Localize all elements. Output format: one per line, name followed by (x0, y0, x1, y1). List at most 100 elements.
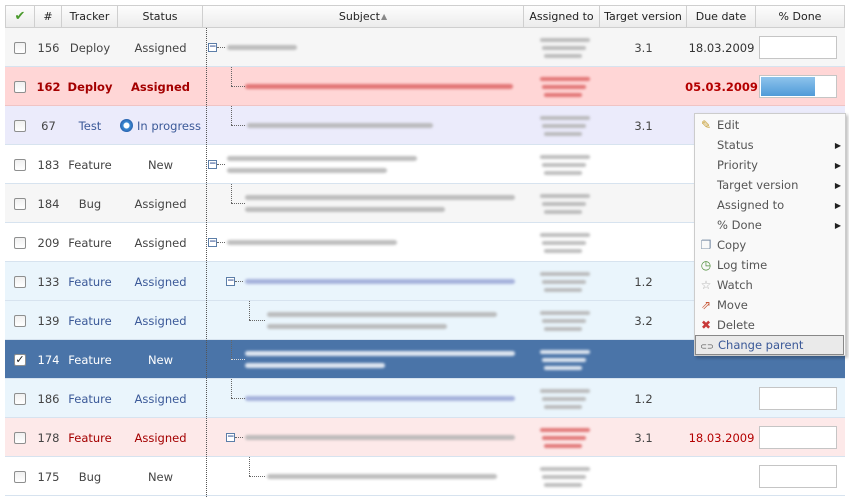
issue-target-version (600, 145, 687, 184)
issue-subject[interactable]: − (203, 223, 524, 262)
row-checkbox[interactable] (14, 236, 26, 249)
row-checkbox-cell[interactable] (5, 418, 35, 457)
row-checkbox[interactable] (14, 314, 26, 327)
row-checkbox-cell[interactable] (5, 106, 35, 145)
context-menu-item-copy[interactable]: ❐ Copy (695, 235, 845, 255)
redacted-text (245, 363, 385, 368)
col-status-header[interactable]: Status (118, 5, 203, 28)
context-menu-item-delete[interactable]: ✖ Delete (695, 315, 845, 335)
issue-tracker: Feature (68, 313, 112, 328)
row-checkbox-cell[interactable] (5, 28, 35, 67)
issue-id[interactable]: 156 (35, 28, 62, 67)
row-checkbox-cell[interactable]: ✓ (5, 340, 35, 379)
issue-subject[interactable] (203, 340, 524, 379)
select-all-header[interactable]: ✔ (5, 5, 35, 28)
issue-id[interactable]: 184 (35, 184, 62, 223)
issue-subject[interactable] (203, 379, 524, 418)
collapse-toggle-icon[interactable]: − (208, 43, 217, 52)
row-checkbox[interactable] (14, 431, 26, 444)
pencil-icon: ✎ (700, 118, 712, 132)
checkmark-icon[interactable]: ✔ (15, 9, 26, 24)
row-checkbox[interactable] (14, 197, 26, 210)
row-checkbox[interactable] (14, 392, 26, 405)
table-row[interactable]: 162 Deploy Assigned 05.03.2009 (5, 67, 845, 106)
row-checkbox-cell[interactable] (5, 223, 35, 262)
issue-subject[interactable]: − (203, 262, 524, 301)
loading-icon (120, 119, 133, 132)
row-checkbox-cell[interactable] (5, 67, 35, 106)
table-row[interactable]: 175 Bug New (5, 457, 845, 496)
row-checkbox-cell[interactable] (5, 145, 35, 184)
issue-status: New (118, 145, 203, 184)
issue-id[interactable]: 133 (35, 262, 62, 301)
issue-subject[interactable]: − (203, 28, 524, 67)
issue-subject[interactable] (203, 457, 524, 496)
redacted-text (540, 272, 590, 276)
row-checkbox-cell[interactable] (5, 301, 35, 340)
col-tracker-header[interactable]: Tracker (62, 5, 118, 28)
context-menu-item-assigned-to[interactable]: Assigned to ▶ (695, 195, 845, 215)
tree-branch-line (231, 184, 232, 203)
issue-status-label: Assigned (134, 430, 187, 445)
context-menu-item-edit[interactable]: ✎ Edit (695, 115, 845, 135)
table-row[interactable]: 178 Feature Assigned − 3.1 18.03.2009 (5, 418, 845, 457)
issue-id[interactable]: 162 (35, 67, 62, 106)
row-checkbox-cell[interactable] (5, 379, 35, 418)
row-checkbox-cell[interactable] (5, 184, 35, 223)
row-checkbox-cell[interactable] (5, 457, 35, 496)
row-checkbox[interactable] (14, 41, 26, 54)
issue-id[interactable]: 209 (35, 223, 62, 262)
issue-id[interactable]: 67 (35, 106, 62, 145)
col-assigned-header[interactable]: Assigned to (524, 5, 600, 28)
row-checkbox-cell[interactable] (5, 262, 35, 301)
table-row[interactable]: 186 Feature Assigned 1.2 (5, 379, 845, 418)
context-menu-item-done[interactable]: % Done ▶ (695, 215, 845, 235)
issue-subject[interactable] (203, 67, 524, 106)
redacted-text (542, 280, 586, 284)
context-menu-item-priority[interactable]: Priority ▶ (695, 155, 845, 175)
row-checkbox[interactable]: ✓ (14, 353, 26, 366)
issue-id[interactable]: 183 (35, 145, 62, 184)
issue-id[interactable]: 139 (35, 301, 62, 340)
issue-id[interactable]: 174 (35, 340, 62, 379)
collapse-toggle-icon[interactable]: − (226, 277, 235, 286)
collapse-toggle-icon[interactable]: − (208, 238, 217, 247)
issue-subject[interactable] (203, 301, 524, 340)
issue-due-date (687, 379, 756, 418)
col-version-header[interactable]: Target version (600, 5, 687, 28)
context-menu-item-target-version[interactable]: Target version ▶ (695, 175, 845, 195)
collapse-toggle-icon[interactable]: − (226, 433, 235, 442)
row-checkbox[interactable] (14, 80, 26, 93)
issue-tracker: Feature (68, 391, 112, 406)
tree-branch-line (217, 242, 225, 243)
issue-subject[interactable] (203, 184, 524, 223)
issue-tracker: Feature (68, 352, 112, 367)
col-done-header[interactable]: % Done (756, 5, 845, 28)
clock-icon: ◷ (700, 258, 712, 272)
row-checkbox[interactable] (14, 470, 26, 483)
col-id-header[interactable]: # (35, 5, 62, 28)
col-due-header[interactable]: Due date (687, 5, 756, 28)
issue-id[interactable]: 186 (35, 379, 62, 418)
issue-subject[interactable]: − (203, 145, 524, 184)
context-menu-item-log-time[interactable]: ◷ Log time (695, 255, 845, 275)
context-menu-item-move[interactable]: ⇗ Move (695, 295, 845, 315)
redacted-text (247, 123, 433, 128)
context-menu-item-change-parent[interactable]: ⊂⊃ Change parent (695, 335, 844, 355)
col-subject-header[interactable]: Subject ▲ (203, 5, 524, 28)
submenu-arrow-icon: ▶ (834, 200, 841, 210)
row-checkbox[interactable] (14, 119, 26, 132)
issue-subject[interactable]: − (203, 418, 524, 457)
issue-subject[interactable] (203, 106, 524, 145)
issue-id[interactable]: 175 (35, 457, 62, 496)
context-menu-item-watch[interactable]: ☆ Watch (695, 275, 845, 295)
table-row[interactable]: 156 Deploy Assigned − 3.1 18.03.2009 (5, 28, 845, 67)
redacted-text (540, 77, 590, 81)
context-menu-item-status[interactable]: Status ▶ (695, 135, 845, 155)
issue-status-label: In progress (137, 118, 201, 133)
collapse-toggle-icon[interactable]: − (208, 160, 217, 169)
issue-status: Assigned (118, 418, 203, 457)
row-checkbox[interactable] (14, 158, 26, 171)
issue-id[interactable]: 178 (35, 418, 62, 457)
row-checkbox[interactable] (14, 275, 26, 288)
